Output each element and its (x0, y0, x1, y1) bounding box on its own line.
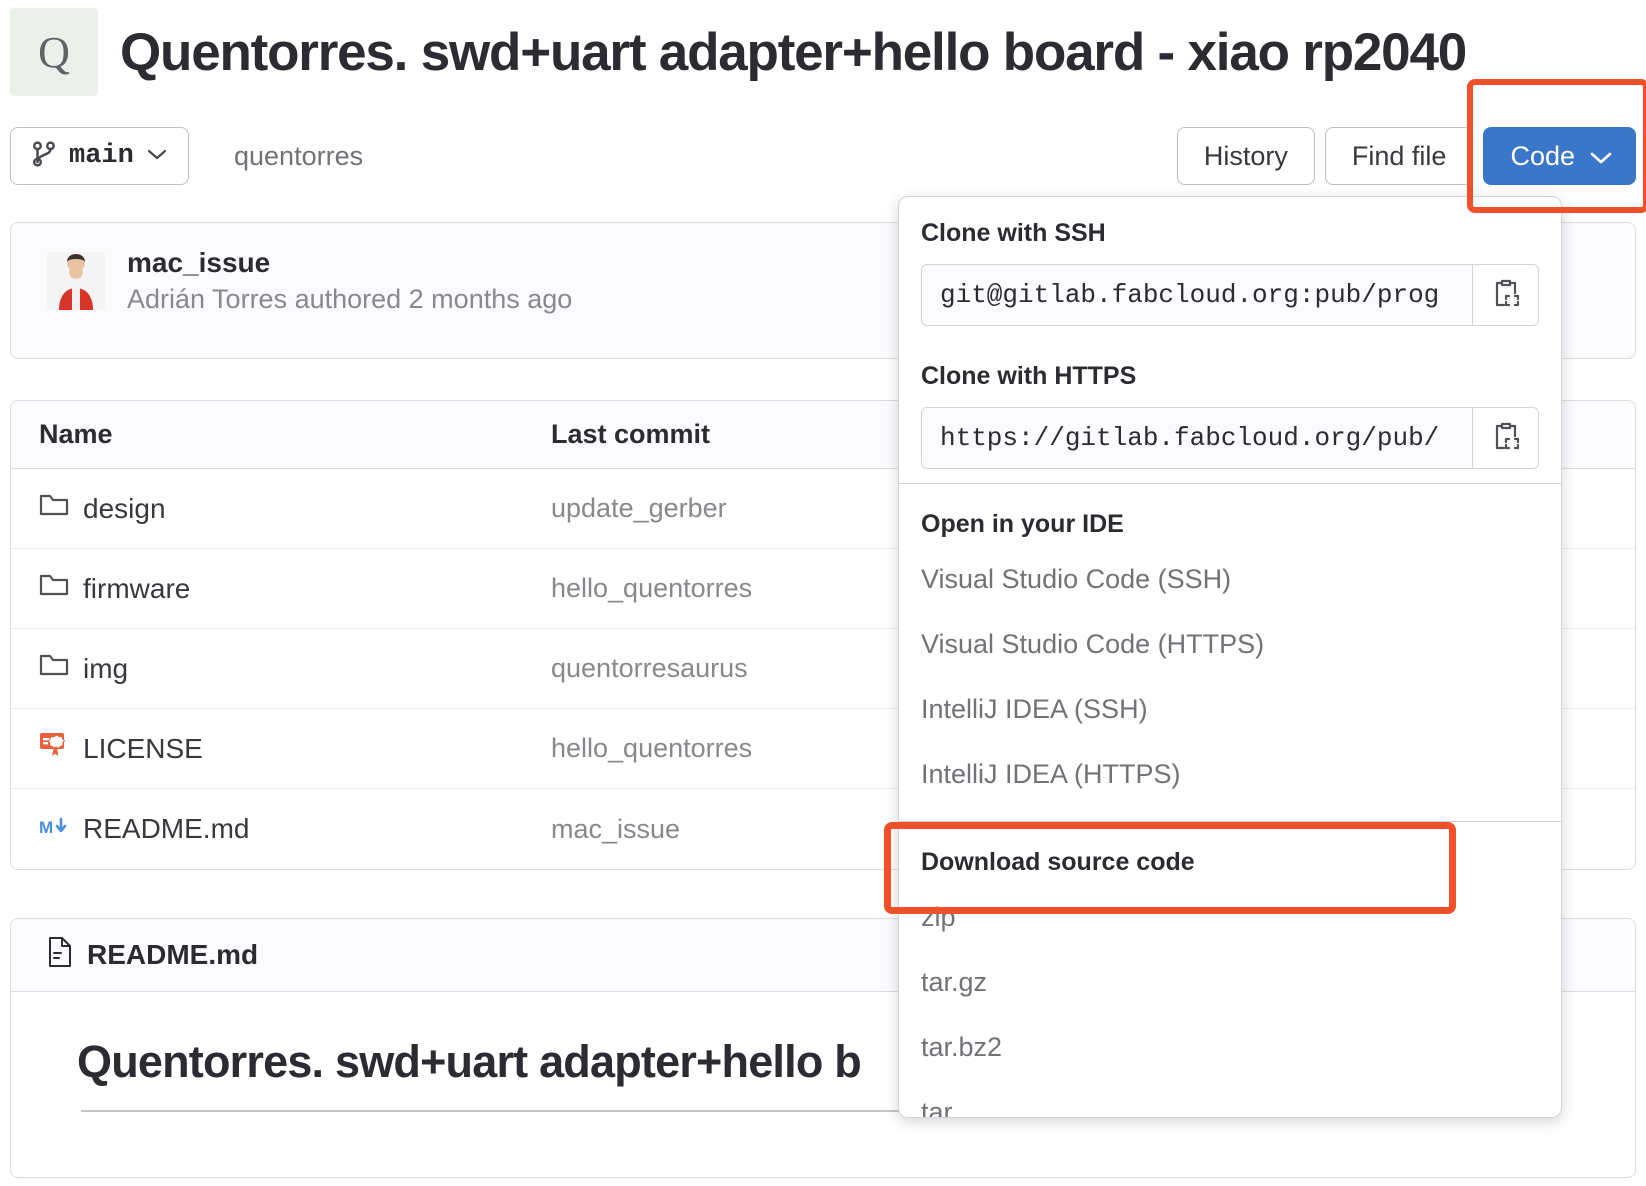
commit-message[interactable]: mac_issue (127, 247, 572, 279)
code-button-wrapper: Code (1467, 79, 1646, 213)
clipboard-icon (1491, 420, 1521, 457)
document-icon (47, 936, 73, 975)
open-in-ide-label: Open in your IDE (921, 510, 1124, 538)
find-file-button[interactable]: Find file (1324, 127, 1474, 185)
breadcrumb[interactable]: quentorres (234, 141, 363, 172)
gitlab-repository-page: Q Quentorres. swd+uart adapter+hello boa… (0, 0, 1646, 1186)
file-name: design (83, 492, 166, 524)
license-icon (39, 730, 69, 767)
history-button[interactable]: History (1176, 127, 1315, 185)
code-button[interactable]: Code (1483, 127, 1636, 185)
toolbar-actions: History Find file Code (1176, 79, 1646, 213)
branch-name: main (69, 141, 134, 171)
commit-author-meta: Adrián Torres authored 2 months ago (127, 284, 573, 314)
clone-https-section: Clone with HTTPS https://gitlab.fabcloud… (899, 340, 1561, 483)
project-avatar: Q (10, 8, 98, 96)
file-name: img (83, 652, 129, 684)
download-source-code-label: Download source code (921, 848, 1195, 876)
clipboard-icon (1491, 277, 1521, 314)
file-last-commit: update_gerber (551, 493, 727, 523)
chevron-down-icon (146, 147, 168, 166)
project-avatar-letter: Q (38, 27, 70, 77)
chevron-down-icon (1589, 141, 1613, 172)
repo-toolbar: main quentorres History Find file Code (10, 79, 1646, 213)
branch-icon (31, 139, 57, 174)
clone-https-label: Clone with HTTPS (921, 362, 1137, 390)
svg-text:M: M (39, 818, 53, 837)
file-last-commit: hello_quentorres (551, 733, 753, 763)
copy-https-button[interactable] (1473, 407, 1539, 469)
clone-ssh-label: Clone with SSH (921, 219, 1106, 247)
readme-heading-rule (81, 1110, 921, 1112)
code-button-label: Code (1510, 140, 1575, 171)
page-title: Quentorres. swd+uart adapter+hello board… (120, 22, 1467, 82)
column-header-last-commit: Last commit (551, 419, 711, 449)
download-item-tar[interactable]: tar (899, 1080, 1561, 1117)
download-item-targz[interactable]: tar.gz (899, 950, 1561, 1015)
clone-https-input[interactable]: https://gitlab.fabcloud.org/pub/ (921, 407, 1473, 469)
file-last-commit: quentorresaurus (551, 653, 748, 683)
clone-ssh-section: Clone with SSH git@gitlab.fabcloud.org:p… (899, 197, 1561, 340)
file-name: LICENSE (83, 732, 203, 764)
column-header-name: Name (39, 419, 113, 449)
file-last-commit: hello_quentorres (551, 573, 753, 603)
project-header: Q Quentorres. swd+uart adapter+hello boa… (10, 8, 1467, 96)
folder-icon (39, 652, 69, 685)
code-dropdown-panel: Clone with SSH git@gitlab.fabcloud.org:p… (898, 196, 1562, 1118)
ide-item-intellij-ssh[interactable]: IntelliJ IDEA (SSH) (899, 677, 1561, 742)
clone-ssh-input[interactable]: git@gitlab.fabcloud.org:pub/prog (921, 264, 1473, 326)
folder-icon (39, 572, 69, 605)
markdown-icon: M (39, 813, 69, 845)
ide-item-vscode-https[interactable]: Visual Studio Code (HTTPS) (899, 612, 1561, 677)
download-item-zip[interactable]: zip (899, 885, 1561, 950)
file-last-commit: mac_issue (551, 813, 681, 844)
file-name: firmware (83, 572, 191, 604)
file-name: README.md (83, 813, 250, 844)
download-item-tarbz2[interactable]: tar.bz2 (899, 1015, 1561, 1080)
ide-item-intellij-https[interactable]: IntelliJ IDEA (HTTPS) (899, 742, 1561, 807)
branch-selector[interactable]: main (10, 127, 189, 185)
ide-item-vscode-ssh[interactable]: Visual Studio Code (SSH) (899, 547, 1561, 612)
readme-file-label: README.md (87, 939, 259, 970)
folder-icon (39, 492, 69, 525)
avatar (47, 252, 105, 310)
copy-ssh-button[interactable] (1473, 264, 1539, 326)
